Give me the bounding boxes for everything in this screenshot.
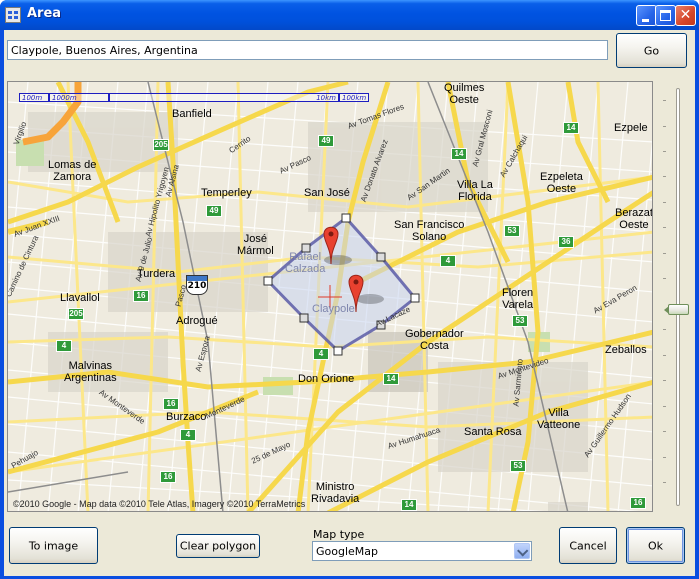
chevron-down-icon[interactable]: [514, 543, 530, 559]
place-jose-marmol: José Mármol: [237, 233, 274, 257]
route-shield: 53: [510, 460, 526, 472]
map-scale-bar: 100m 1000m 10km 100km: [19, 93, 369, 103]
route-210-badge: 210: [186, 275, 208, 295]
minimize-icon: [642, 19, 649, 22]
maximize-icon: [660, 10, 671, 21]
map-type-select[interactable]: GoogleMap: [312, 541, 532, 561]
place-quilmes-oeste: Quilmes Oeste: [444, 82, 485, 106]
place-banfield: Banfield: [172, 108, 212, 120]
place-llavallol: Llavallol: [60, 292, 100, 304]
scale-100km: 100km: [339, 93, 369, 102]
map-view[interactable]: 100m 1000m 10km 100km Quilmes Oeste Banfi…: [7, 81, 653, 512]
place-berazat-oeste: Berazat Oeste: [615, 207, 653, 231]
map-copyright: ©2010 Google - Map data ©2010 Tele Atlas…: [13, 499, 306, 509]
route-shield: 14: [451, 148, 467, 160]
place-don-orione: Don Orione: [298, 373, 355, 385]
route-shield: 16: [163, 398, 179, 410]
route-shield: 14: [383, 373, 399, 385]
route-shield: 53: [512, 315, 528, 327]
route-shield: 14: [401, 499, 417, 511]
route-shield: 4: [313, 348, 329, 360]
place-lomas-de-zamora: Lomas de Zamora: [48, 159, 97, 183]
place-claypole: Claypole: [312, 303, 355, 315]
go-button[interactable]: Go: [616, 33, 687, 68]
ok-button[interactable]: Ok: [626, 527, 685, 564]
go-button-label: Go: [643, 44, 660, 57]
route-shield: 49: [318, 135, 334, 147]
cancel-label: Cancel: [569, 539, 607, 552]
place-gobernador-costa: Gobernador Costa: [405, 328, 464, 352]
route-shield: 4: [440, 255, 456, 267]
place-san-jose: San José: [304, 187, 350, 199]
map-type-value: GoogleMap: [316, 545, 379, 558]
place-zeballos: Zeballos: [605, 344, 647, 356]
place-santa-rosa: Santa Rosa: [464, 426, 522, 438]
route-shield: 16: [133, 290, 149, 302]
place-adrogue: Adrogué: [176, 315, 218, 327]
close-button[interactable]: ✕: [675, 5, 696, 26]
place-ministro-rivadavia: Ministro Rivadavia: [311, 481, 360, 505]
place-malvinas-argentinas: Malvinas Argentinas: [64, 360, 117, 384]
route-shield: 49: [206, 205, 222, 217]
zoom-slider-track[interactable]: [676, 88, 680, 506]
cancel-button[interactable]: Cancel: [559, 527, 617, 564]
app-icon[interactable]: [5, 7, 21, 23]
address-input[interactable]: [7, 40, 608, 60]
scale-1000m: 1000m: [49, 93, 109, 102]
scale-100m: 100m: [19, 93, 49, 102]
route-shield: 4: [180, 429, 196, 441]
zoom-slider-thumb[interactable]: [664, 304, 689, 315]
minimize-button[interactable]: [636, 5, 657, 26]
ok-label: Ok: [647, 539, 664, 552]
close-icon: ✕: [679, 7, 692, 23]
place-temperley: Temperley: [201, 187, 252, 199]
route-shield: 205: [153, 139, 169, 151]
place-ezpele: Ezpele: [614, 122, 648, 134]
maximize-button[interactable]: [655, 5, 676, 26]
place-burzaco: Burzaco: [166, 411, 207, 423]
clear-polygon-button[interactable]: Clear polygon: [176, 534, 260, 558]
window-title: Area: [27, 6, 62, 21]
to-image-button[interactable]: To image: [9, 527, 98, 564]
route-shield: 16: [160, 471, 176, 483]
route-shield: 36: [558, 236, 574, 248]
place-villa-la-florida: Villa La Florida: [457, 179, 493, 203]
route-shield: 53: [504, 225, 520, 237]
place-florencio-varela: Floren Varela: [502, 287, 534, 311]
clear-polygon-label: Clear polygon: [179, 539, 257, 553]
place-san-francisco-solano: San Francisco Solano: [394, 219, 465, 243]
dialog-body: Go: [4, 30, 695, 576]
place-villa-vatteone: Villa Vatteone: [537, 407, 581, 431]
route-shield: 205: [68, 308, 84, 320]
place-ezpeleta-oeste: Ezpeleta Oeste: [540, 171, 583, 195]
scale-10km: 10km: [109, 93, 339, 102]
area-window: Area ✕ Go: [0, 0, 699, 579]
route-shield: 14: [563, 122, 579, 134]
place-rafael-calzada: Rafael Calzada: [285, 251, 326, 275]
route-shield: 16: [630, 497, 646, 509]
to-image-label: To image: [28, 539, 79, 552]
title-bar[interactable]: Area ✕: [0, 0, 699, 30]
route-shield: 4: [56, 340, 72, 352]
map-type-label: Map type: [313, 528, 365, 541]
